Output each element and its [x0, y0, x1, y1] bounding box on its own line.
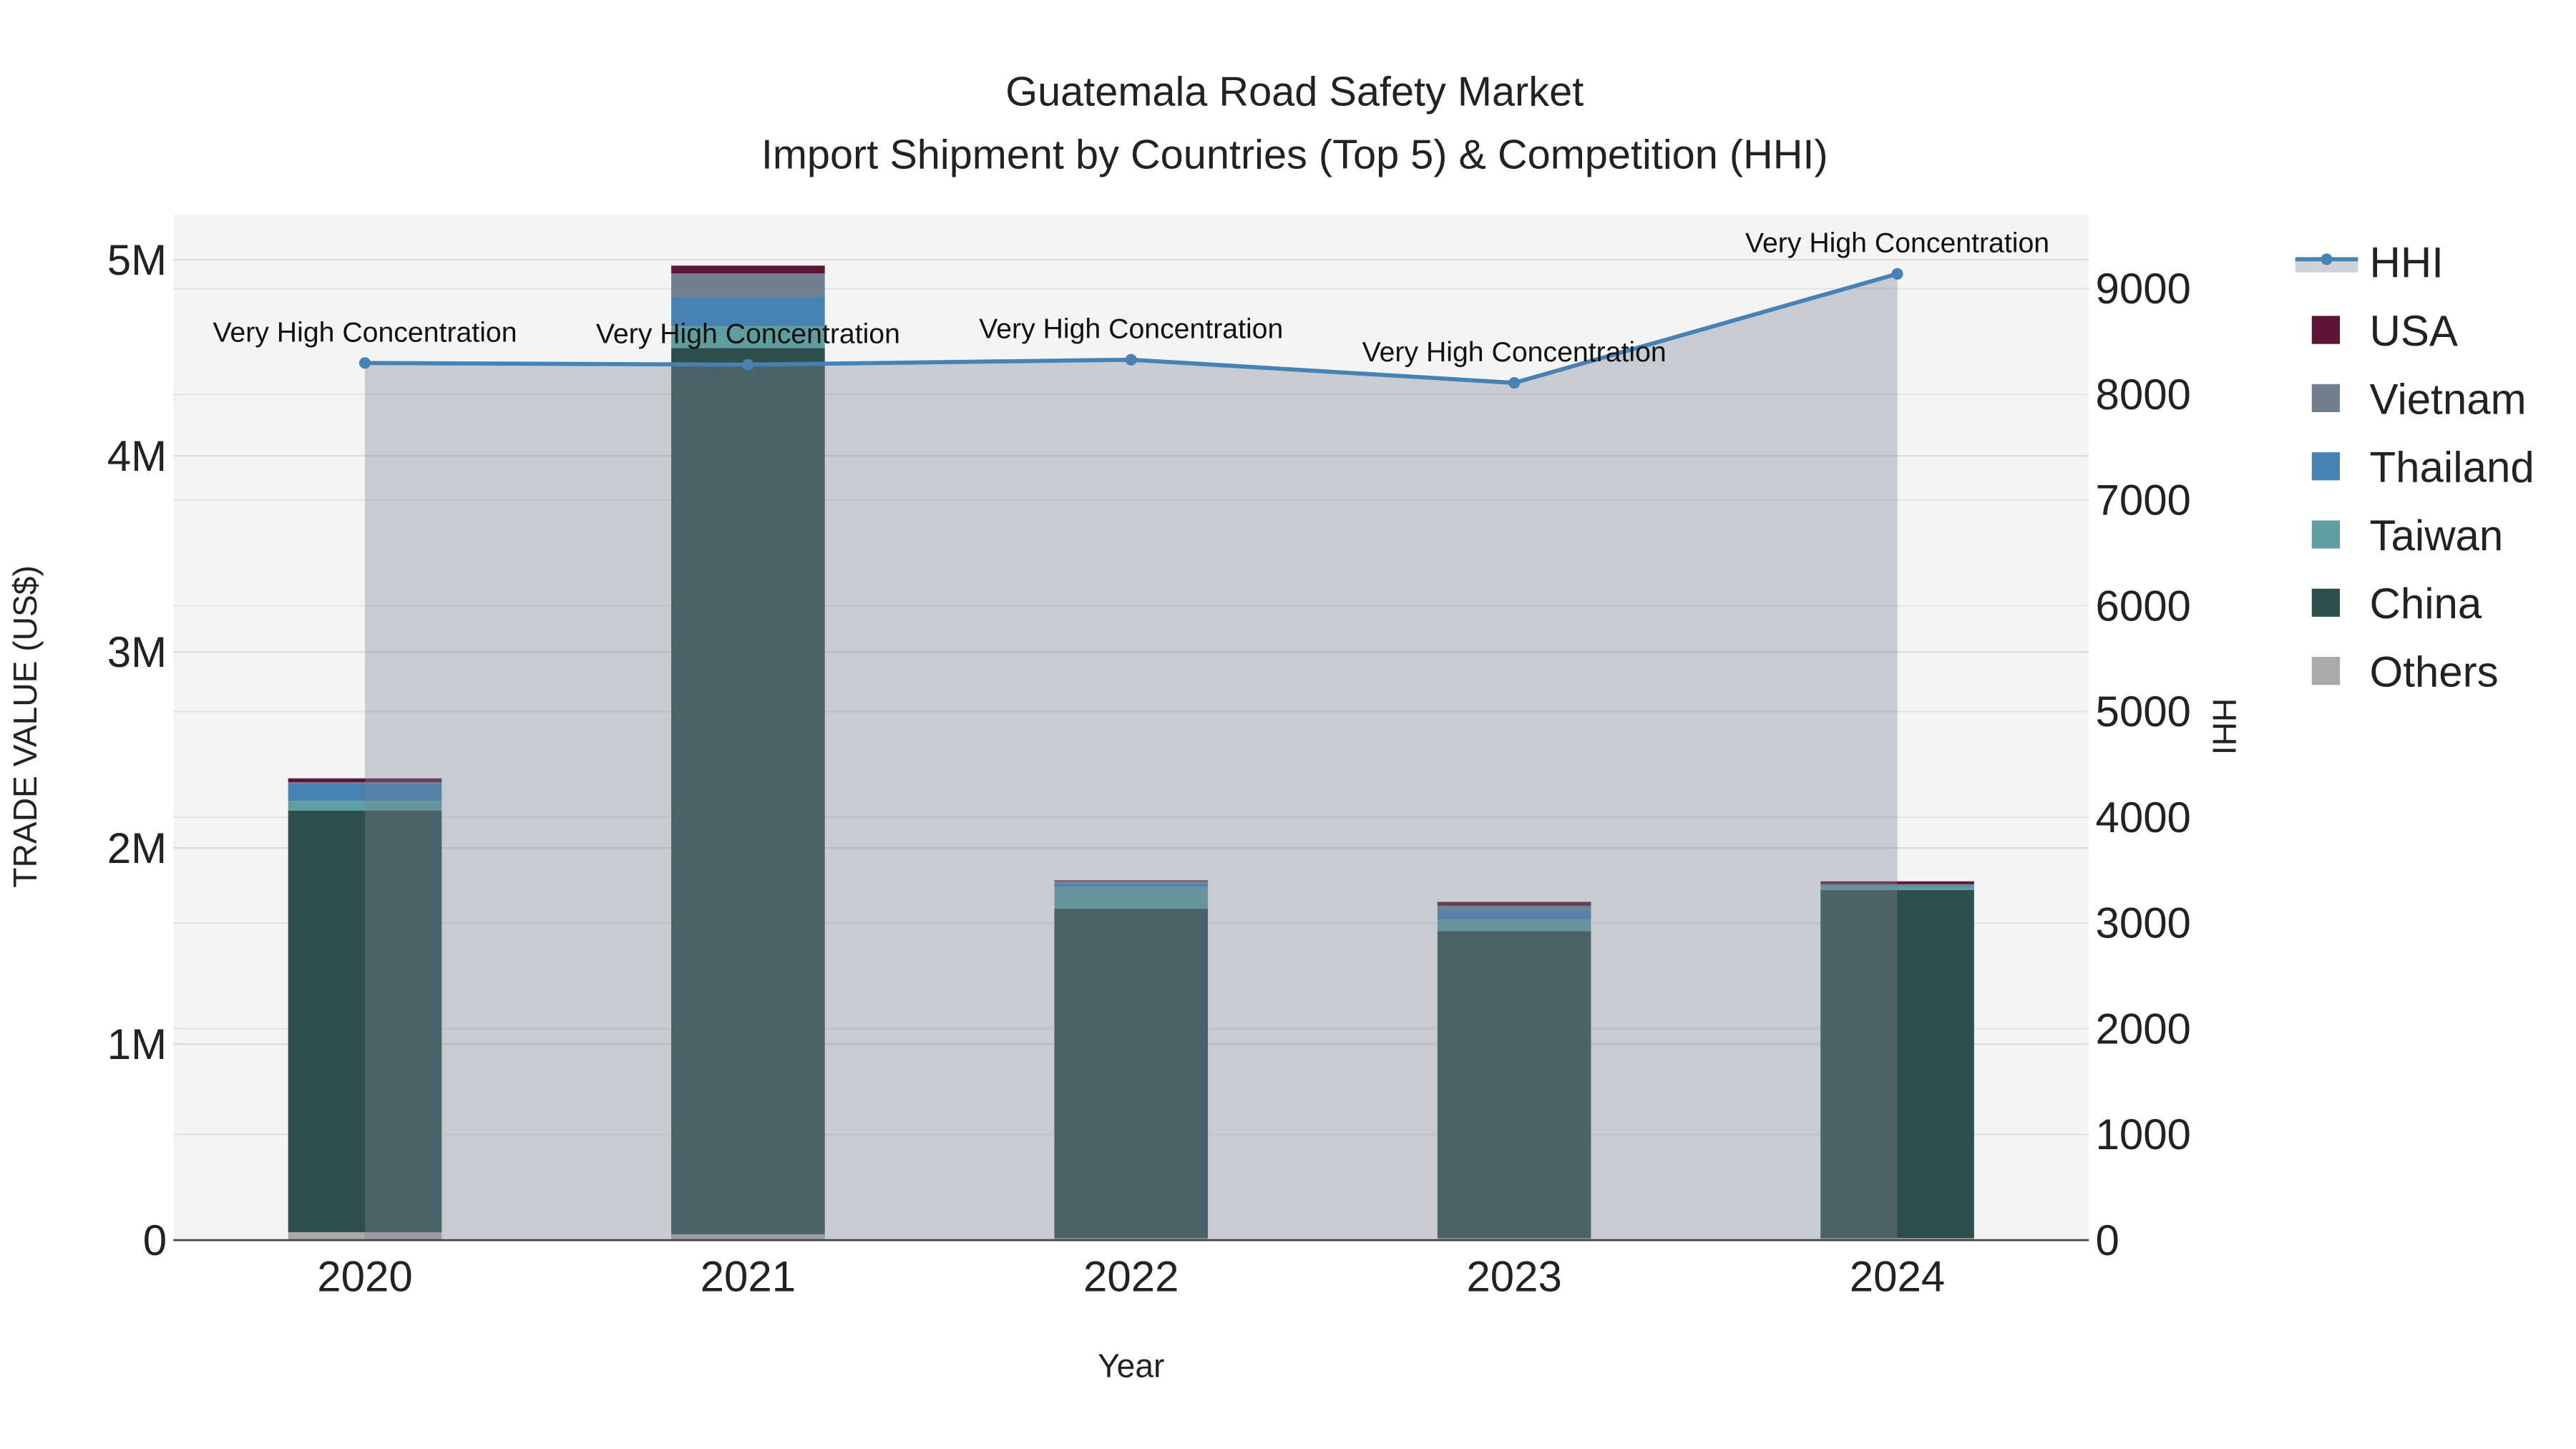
legend-swatch-taiwan	[2311, 520, 2340, 549]
x-tick-label: 2021	[701, 1253, 796, 1301]
y2-tick-label: 8000	[2095, 371, 2190, 419]
legend-swatch-thailand	[2311, 452, 2340, 481]
y-axis-ticks: 0 1M 2M 3M 4M 5M	[107, 236, 167, 1264]
y2-tick-label: 2000	[2095, 1005, 2190, 1053]
legend-label-hhi: HHI	[2370, 239, 2444, 287]
y2-tick-label: 5000	[2095, 688, 2190, 736]
y2-tick-label: 3000	[2095, 899, 2190, 947]
y2-tick-label: 7000	[2095, 477, 2190, 525]
legend-label-others: Others	[2370, 648, 2499, 696]
y2-tick-label: 0	[2095, 1216, 2119, 1264]
y2-tick-label: 9000	[2095, 265, 2190, 313]
legend-label-china: China	[2370, 580, 2482, 628]
chart-title: Guatemala Road Safety Market	[1005, 69, 1584, 115]
hhi-point-2024	[1891, 268, 1903, 280]
hhi-point-2021	[742, 358, 754, 371]
hhi-point-2023	[1508, 376, 1521, 389]
y2-axis-title: HHI	[2205, 698, 2243, 755]
y-axis-title: TRADE VALUE (US$)	[6, 565, 44, 887]
legend-label-thailand: Thailand	[2370, 444, 2534, 492]
x-tick-label: 2023	[1466, 1253, 1561, 1301]
bar-usa-2021	[671, 265, 825, 274]
x-tick-label: 2024	[1850, 1253, 1945, 1301]
y2-axis-ticks: 0 1000 2000 3000 4000 5000 6000 7000 8000 9000	[2095, 265, 2190, 1264]
y-tick-label: 3M	[107, 628, 167, 676]
hhi-annotation: Very High Concentration	[979, 313, 1283, 345]
hhi-annotation: Very High Concentration	[1362, 336, 1667, 368]
bar-vietnam-2021	[671, 273, 825, 298]
hhi-annotation: Very High Concentration	[596, 318, 900, 350]
legend-swatch-vietnam	[2311, 384, 2340, 412]
hhi-series: Very High Concentration Very High Concent…	[213, 228, 2049, 1241]
hhi-area	[365, 273, 1898, 1241]
hhi-point-2020	[358, 357, 371, 369]
y-tick-label: 5M	[107, 236, 167, 284]
chart: Very High Concentration Very High Concent…	[6, 69, 2534, 1385]
y-tick-label: 2M	[107, 824, 167, 872]
legend-swatch-usa	[2311, 316, 2340, 344]
y2-tick-label: 1000	[2095, 1111, 2190, 1158]
hhi-annotation: Very High Concentration	[1745, 228, 2049, 259]
hhi-annotation: Very High Concentration	[213, 316, 517, 348]
x-tick-label: 2020	[317, 1253, 412, 1301]
y2-tick-label: 4000	[2095, 794, 2190, 841]
x-axis-title: Year	[1098, 1347, 1164, 1385]
legend-hhi-marker	[2321, 253, 2333, 265]
legend-label-usa: USA	[2370, 307, 2458, 355]
y-tick-label: 4M	[107, 432, 167, 480]
chart-subtitle: Import Shipment by Countries (Top 5) & C…	[761, 132, 1828, 177]
legend-swatch-china	[2311, 588, 2340, 617]
y-tick-label: 0	[143, 1216, 167, 1264]
legend: HHI USA Vietnam Thailand Taiwan China Others	[2295, 239, 2534, 696]
legend-label-taiwan: Taiwan	[2370, 512, 2504, 560]
x-tick-label: 2022	[1083, 1253, 1179, 1301]
x-axis-ticks: 2020 2021 2022 2023 2024	[317, 1253, 1945, 1301]
y-tick-label: 1M	[107, 1020, 167, 1068]
legend-swatch-others	[2311, 657, 2340, 686]
hhi-point-2022	[1125, 353, 1137, 366]
legend-label-vietnam: Vietnam	[2370, 375, 2527, 423]
y2-tick-label: 6000	[2095, 582, 2190, 630]
